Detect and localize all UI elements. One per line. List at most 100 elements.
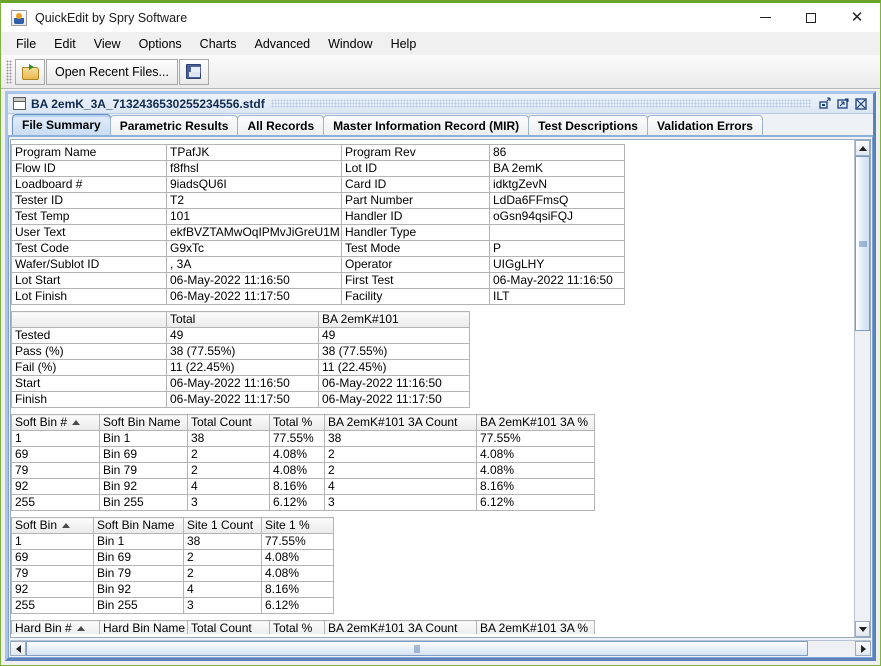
iconify-frame-button[interactable] bbox=[817, 96, 833, 111]
tab-validation-errors[interactable]: Validation Errors bbox=[646, 115, 763, 135]
column-header-blank[interactable] bbox=[11, 311, 167, 328]
cell-site-count[interactable]: 3 bbox=[324, 494, 477, 511]
column-header-site-count[interactable]: BA 2emK#101 3A Count bbox=[324, 620, 477, 634]
cell-site-percent[interactable]: 4.08% bbox=[261, 565, 334, 582]
column-header-total[interactable]: Total bbox=[166, 311, 319, 328]
column-header-site-count[interactable]: BA 2emK#101 3A Count bbox=[324, 414, 477, 431]
cell-total-count[interactable]: 2 bbox=[187, 462, 270, 479]
row-value-2[interactable]: P bbox=[489, 240, 625, 257]
row-value[interactable]: ekfBVZTAMwOqIPMvJiGreU1M bbox=[166, 224, 342, 241]
cell-site-count[interactable]: 2 bbox=[324, 446, 477, 463]
cell-bin-name[interactable]: Bin 255 bbox=[99, 494, 188, 511]
toolbar-drag-handle[interactable] bbox=[6, 59, 12, 84]
tab-parametric-results[interactable]: Parametric Results bbox=[109, 115, 239, 135]
menu-window[interactable]: Window bbox=[319, 34, 381, 54]
cell-bin-number[interactable]: 1 bbox=[11, 430, 100, 447]
cell-site-percent[interactable]: 4.08% bbox=[476, 462, 595, 479]
cell-site-count[interactable]: 2 bbox=[183, 565, 262, 582]
cell-bin-name[interactable]: Bin 69 bbox=[93, 549, 184, 566]
cell-site-count[interactable]: 4 bbox=[324, 478, 477, 495]
cell-site[interactable]: 06-May-2022 11:16:50 bbox=[318, 375, 470, 392]
tab-test-descriptions[interactable]: Test Descriptions bbox=[528, 115, 648, 135]
column-header-hard-bin-number[interactable]: Hard Bin # bbox=[11, 620, 100, 634]
cell-bin-number[interactable]: 255 bbox=[11, 597, 94, 614]
cell-site-count[interactable]: 38 bbox=[324, 430, 477, 447]
column-header-total-percent[interactable]: Total % bbox=[269, 620, 325, 634]
save-button[interactable] bbox=[178, 58, 209, 85]
cell-total-percent[interactable]: 6.12% bbox=[269, 494, 325, 511]
open-file-button[interactable] bbox=[15, 58, 45, 85]
cell-bin-name[interactable]: Bin 92 bbox=[99, 478, 188, 495]
maximize-button[interactable] bbox=[788, 3, 834, 32]
cell-total-percent[interactable]: 8.16% bbox=[269, 478, 325, 495]
cell-bin-number[interactable]: 1 bbox=[11, 533, 94, 550]
cell-bin-name[interactable]: Bin 79 bbox=[99, 462, 188, 479]
scroll-right-button[interactable] bbox=[855, 641, 871, 656]
cell-total-count[interactable]: 38 bbox=[187, 430, 270, 447]
cell-bin-number[interactable]: 92 bbox=[11, 478, 100, 495]
cell-bin-name[interactable]: Bin 69 bbox=[99, 446, 188, 463]
cell-total-percent[interactable]: 4.08% bbox=[269, 462, 325, 479]
column-header-soft-bin[interactable]: Soft Bin bbox=[11, 517, 94, 534]
cell-bin-number[interactable]: 255 bbox=[11, 494, 100, 511]
cell-site-count[interactable]: 3 bbox=[183, 597, 262, 614]
cell-site-percent[interactable]: 6.12% bbox=[476, 494, 595, 511]
column-header-soft-bin-number[interactable]: Soft Bin # bbox=[11, 414, 100, 431]
vertical-scrollbar[interactable] bbox=[854, 140, 870, 637]
horizontal-scroll-thumb[interactable] bbox=[26, 641, 808, 656]
column-header-site[interactable]: BA 2emK#101 bbox=[318, 311, 470, 328]
row-value-2[interactable]: BA 2emK bbox=[489, 160, 625, 177]
row-value-2[interactable]: 86 bbox=[489, 144, 625, 161]
row-value-2[interactable]: idktgZevN bbox=[489, 176, 625, 193]
tab-master-information-record[interactable]: Master Information Record (MIR) bbox=[323, 115, 530, 135]
row-value-2[interactable] bbox=[489, 224, 625, 241]
column-header-soft-bin-name[interactable]: Soft Bin Name bbox=[93, 517, 184, 534]
cell-site-count[interactable]: 2 bbox=[324, 462, 477, 479]
cell-bin-name[interactable]: Bin 1 bbox=[99, 430, 188, 447]
column-header-total-count[interactable]: Total Count bbox=[187, 414, 270, 431]
row-value-2[interactable]: UIGgLHY bbox=[489, 256, 625, 273]
row-value[interactable]: 06-May-2022 11:16:50 bbox=[166, 272, 342, 289]
cell-total-count[interactable]: 2 bbox=[187, 446, 270, 463]
row-value-2[interactable]: 06-May-2022 11:16:50 bbox=[489, 272, 625, 289]
column-header-site-1-percent[interactable]: Site 1 % bbox=[261, 517, 334, 534]
row-value[interactable]: 06-May-2022 11:17:50 bbox=[166, 288, 342, 305]
cell-bin-name[interactable]: Bin 92 bbox=[93, 581, 184, 598]
row-value-2[interactable]: ILT bbox=[489, 288, 625, 305]
cell-site-count[interactable]: 2 bbox=[183, 549, 262, 566]
menu-options[interactable]: Options bbox=[130, 34, 191, 54]
cell-bin-number[interactable]: 92 bbox=[11, 581, 94, 598]
row-value[interactable]: f8fhsl bbox=[166, 160, 342, 177]
menu-file[interactable]: File bbox=[7, 34, 45, 54]
cell-total-count[interactable]: 3 bbox=[187, 494, 270, 511]
cell-site-percent[interactable]: 8.16% bbox=[261, 581, 334, 598]
cell-total-percent[interactable]: 77.55% bbox=[269, 430, 325, 447]
cell-site[interactable]: 06-May-2022 11:17:50 bbox=[318, 391, 470, 408]
row-value[interactable]: 101 bbox=[166, 208, 342, 225]
row-value[interactable]: T2 bbox=[166, 192, 342, 209]
column-header-soft-bin-name[interactable]: Soft Bin Name bbox=[99, 414, 188, 431]
menu-view[interactable]: View bbox=[85, 34, 130, 54]
row-value-2[interactable]: LdDa6FFmsQ bbox=[489, 192, 625, 209]
cell-total[interactable]: 06-May-2022 11:16:50 bbox=[166, 375, 319, 392]
cell-total[interactable]: 11 (22.45%) bbox=[166, 359, 319, 376]
close-button[interactable]: ✕ bbox=[834, 3, 880, 32]
row-value[interactable]: TPafJK bbox=[166, 144, 342, 161]
cell-site-percent[interactable]: 6.12% bbox=[261, 597, 334, 614]
cell-total[interactable]: 49 bbox=[166, 327, 319, 344]
menu-edit[interactable]: Edit bbox=[45, 34, 85, 54]
scroll-left-button[interactable] bbox=[10, 641, 26, 656]
cell-total[interactable]: 38 (77.55%) bbox=[166, 343, 319, 360]
cell-site-percent[interactable]: 4.08% bbox=[476, 446, 595, 463]
row-value[interactable]: G9xTc bbox=[166, 240, 342, 257]
cell-bin-name[interactable]: Bin 79 bbox=[93, 565, 184, 582]
menu-advanced[interactable]: Advanced bbox=[246, 34, 320, 54]
minimize-button[interactable] bbox=[742, 3, 788, 32]
row-value[interactable]: 9iadsQU6I bbox=[166, 176, 342, 193]
horizontal-scrollbar[interactable] bbox=[10, 640, 871, 656]
cell-site-percent[interactable]: 8.16% bbox=[476, 478, 595, 495]
column-header-total-count[interactable]: Total Count bbox=[187, 620, 270, 634]
open-recent-files-button[interactable]: Open Recent Files... bbox=[46, 58, 178, 85]
cell-bin-number[interactable]: 79 bbox=[11, 462, 100, 479]
vertical-scroll-thumb[interactable] bbox=[855, 156, 870, 331]
